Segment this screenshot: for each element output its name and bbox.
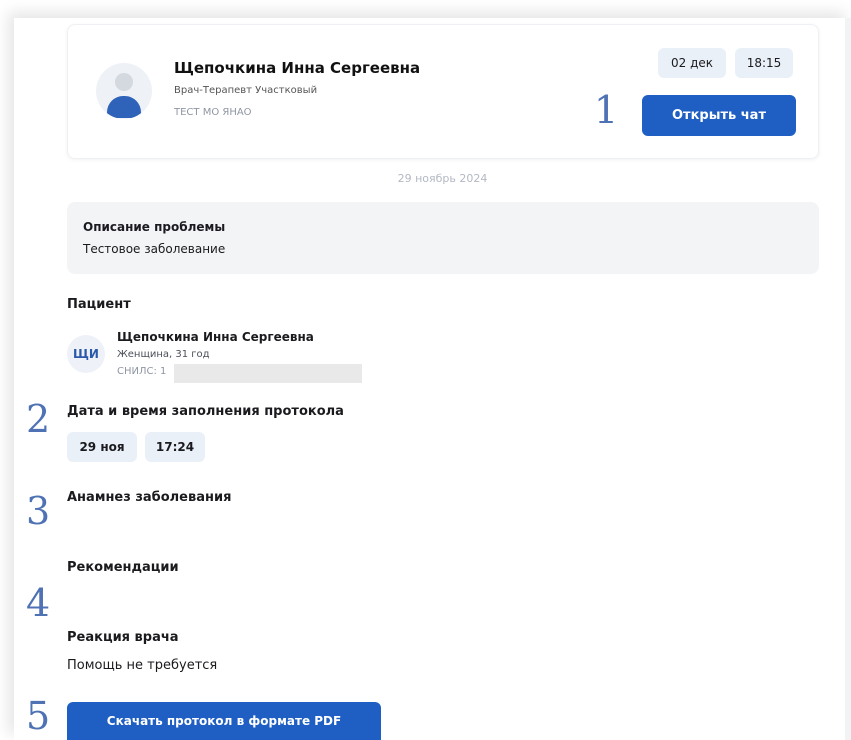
doctor-name: Щепочкина Инна Сергеевна bbox=[174, 59, 421, 77]
problem-title: Описание проблемы bbox=[83, 220, 226, 234]
annotation-number-1: 1 bbox=[594, 88, 619, 132]
avatar-head-icon bbox=[115, 73, 133, 91]
problem-text: Тестовое заболевание bbox=[83, 242, 226, 256]
scroll-edge bbox=[845, 18, 851, 740]
annotation-number-2: 2 bbox=[26, 397, 51, 441]
protocol-section-title: Дата и время заполнения протокола bbox=[67, 404, 344, 419]
doctor-avatar bbox=[96, 63, 152, 119]
avatar-body-icon bbox=[107, 96, 141, 118]
appointment-date-chip: 02 дек bbox=[658, 48, 726, 78]
reaction-section-title: Реакция врача bbox=[67, 630, 179, 645]
problem-description-panel: Описание проблемы Тестовое заболевание bbox=[67, 202, 819, 274]
annotation-number-4: 4 bbox=[26, 581, 51, 625]
patient-section-title: Пациент bbox=[67, 297, 131, 312]
patient-snils: СНИЛС: 1 bbox=[117, 366, 167, 377]
doctor-organization: ТЕСТ МО ЯНАО bbox=[174, 107, 252, 118]
annotation-number-3: 3 bbox=[26, 489, 51, 533]
patient-name: Щепочкина Инна Сергеевна bbox=[117, 330, 314, 344]
open-chat-button[interactable]: Открыть чат bbox=[642, 95, 796, 136]
appointment-time-chip: 18:15 bbox=[735, 48, 793, 78]
recommendations-section-title: Рекомендации bbox=[67, 560, 179, 575]
doctor-role: Врач-Терапевт Участковый bbox=[174, 85, 318, 96]
annotation-number-5: 5 bbox=[26, 694, 51, 738]
reaction-text: Помощь не требуется bbox=[67, 658, 218, 673]
doctor-card: Щепочкина Инна Сергеевна Врач-Терапевт У… bbox=[67, 24, 819, 159]
date-separator: 29 ноябрь 2024 bbox=[397, 172, 488, 185]
patient-avatar: ЩИ bbox=[67, 335, 105, 373]
redacted-block bbox=[174, 364, 362, 383]
protocol-date-chip: 29 ноя bbox=[67, 432, 137, 462]
protocol-time-chip: 17:24 bbox=[145, 432, 205, 462]
patient-info: Женщина, 31 год bbox=[117, 349, 210, 360]
anamnesis-section-title: Анамнез заболевания bbox=[67, 490, 232, 505]
download-pdf-button[interactable]: Скачать протокол в формате PDF bbox=[67, 702, 381, 740]
